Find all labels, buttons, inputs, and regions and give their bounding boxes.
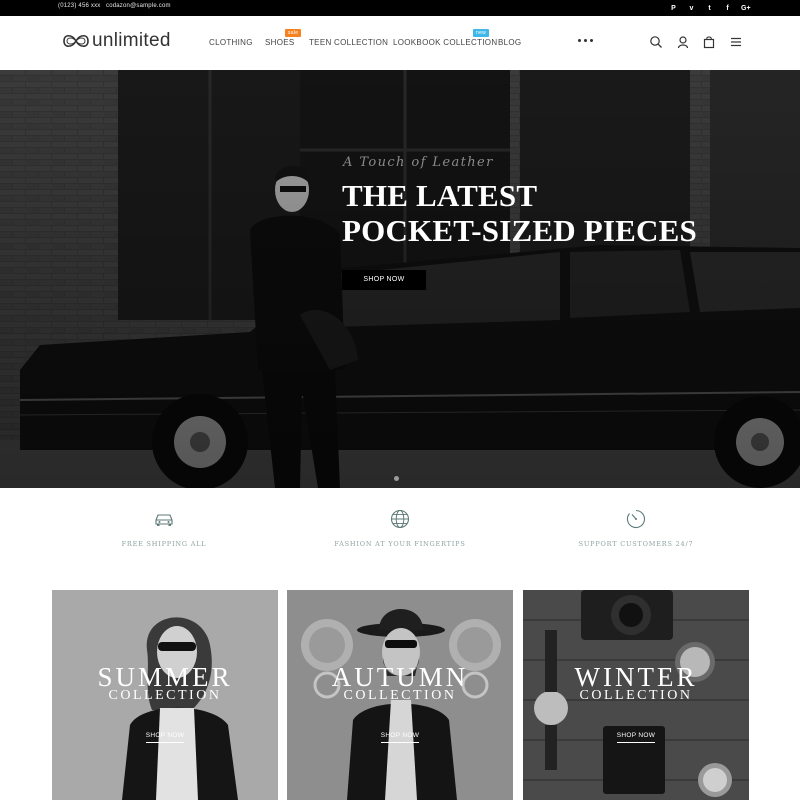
feature-free-shipping: FREE SHIPPING ALL xyxy=(64,508,264,548)
slider-dots xyxy=(394,476,399,481)
vimeo-icon[interactable]: v xyxy=(687,5,696,12)
contact-phone[interactable]: (0123) 456 xxx xyxy=(58,3,101,9)
collection-label: COLLECTION xyxy=(343,688,457,703)
top-bar: (0123) 456 xxx codazon@sample.com P v t … xyxy=(0,0,800,16)
clock-icon xyxy=(627,509,645,529)
nav-item-clothing[interactable]: CLOTHING xyxy=(209,38,253,47)
hero-title-line-2: POCKET-SIZED PIECES xyxy=(342,213,697,248)
new-badge: new xyxy=(473,29,490,37)
features-row: FREE SHIPPING ALL FASHION AT YOUR FINGER… xyxy=(0,488,800,588)
feature-label: SUPPORT CUSTOMERS 24/7 xyxy=(578,540,694,548)
feature-fashion: FASHION AT YOUR FINGERTIPS xyxy=(300,508,500,548)
feature-label: FASHION AT YOUR FINGERTIPS xyxy=(334,540,466,548)
nav-item-shoes[interactable]: SHOES sale xyxy=(265,29,302,47)
feature-label: FREE SHIPPING ALL xyxy=(121,540,207,548)
nav-item-shoes-label: SHOES xyxy=(265,38,295,47)
collection-shop-now-link[interactable]: SHOP NOW xyxy=(523,732,749,743)
collection-label: COLLECTION xyxy=(579,688,693,703)
infinity-logo-icon xyxy=(63,34,89,48)
site-header: unlimited CLOTHING SHOES sale TEEN COLLE… xyxy=(0,16,800,70)
collection-summer[interactable]: SUMMER COLLECTION SHOP NOW xyxy=(52,590,278,800)
twitter-icon[interactable]: t xyxy=(705,5,714,12)
nav-item-lookbook-label: LOOKBOOK COLLECTION xyxy=(393,38,498,47)
google-plus-icon[interactable]: G+ xyxy=(741,5,751,12)
collection-winter[interactable]: WINTER COLLECTION SHOP NOW xyxy=(523,590,749,800)
hero-title-line-1: THE LATEST xyxy=(342,178,538,213)
nav-item-lookbook-collection[interactable]: LOOKBOOK COLLECTION new xyxy=(393,29,498,47)
collection-autumn[interactable]: AUTUMN COLLECTION SHOP NOW xyxy=(287,590,513,800)
car-icon xyxy=(155,514,173,526)
hero-title: THE LATEST POCKET-SIZED PIECES xyxy=(342,178,697,248)
logo[interactable]: unlimited xyxy=(62,30,171,52)
hero-shop-now-button[interactable]: SHOP NOW xyxy=(342,270,426,290)
sale-badge: sale xyxy=(285,29,302,37)
social-links: P v t f G+ xyxy=(669,0,750,16)
nav-item-teen-collection[interactable]: TEEN COLLECTION xyxy=(309,38,388,47)
feature-support: SUPPORT CUSTOMERS 24/7 xyxy=(536,508,736,548)
hero-subtitle: A Touch of Leather xyxy=(343,155,494,170)
slider-dot-1[interactable] xyxy=(394,476,399,481)
cart-icon[interactable] xyxy=(702,35,716,49)
menu-icon[interactable] xyxy=(729,35,743,49)
collection-shop-now-link[interactable]: SHOP NOW xyxy=(287,732,513,743)
hero-banner: A Touch of Leather THE LATEST POCKET-SIZ… xyxy=(0,70,800,488)
user-icon[interactable] xyxy=(676,35,690,49)
contact-email[interactable]: codazon@sample.com xyxy=(106,3,171,9)
more-menu-icon[interactable] xyxy=(578,39,593,42)
nav-item-blog[interactable]: BLOG xyxy=(498,38,521,47)
facebook-icon[interactable]: f xyxy=(723,5,732,12)
globe-icon xyxy=(390,509,410,529)
logo-text: unlimited xyxy=(92,30,171,51)
search-icon[interactable] xyxy=(649,35,663,49)
collection-label: COLLECTION xyxy=(108,688,222,703)
pinterest-icon[interactable]: P xyxy=(669,5,678,12)
collection-shop-now-link[interactable]: SHOP NOW xyxy=(52,732,278,743)
